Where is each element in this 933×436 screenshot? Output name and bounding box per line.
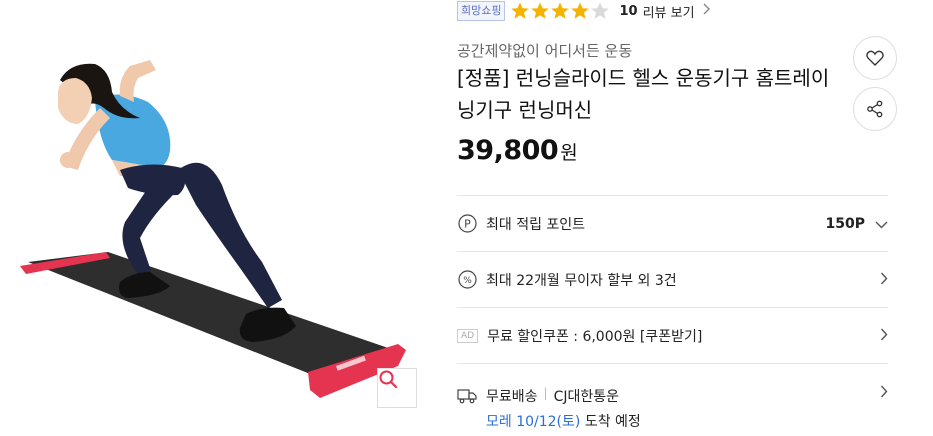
points-value: 150P (825, 215, 865, 232)
truck-icon (457, 386, 477, 406)
review-link[interactable]: 10 리뷰 보기 (619, 2, 710, 21)
zoom-button[interactable] (377, 368, 417, 408)
hope-shopping-badge: 희망쇼핑 (457, 1, 506, 21)
face (58, 78, 92, 124)
review-label: 리뷰 보기 (642, 5, 695, 21)
share-button[interactable] (853, 87, 897, 131)
magnifier-icon (379, 370, 398, 389)
chevron-down-icon (875, 214, 888, 233)
svg-text:P: P (464, 218, 471, 231)
product-image (0, 0, 430, 436)
product-title: [정품] 런닝슬라이드 헬스 운동기구 홈트레이닝기구 런닝머신 (457, 66, 830, 122)
product-subtitle: 공간제약없이 어디서든 운동 (457, 42, 633, 60)
price-amount: 39,800 (457, 135, 559, 166)
installment-row[interactable]: % 최대 22개월 무이자 할부 외 3건 (457, 251, 888, 307)
heart-icon (866, 50, 884, 66)
divider: | (543, 386, 548, 400)
shipping-right (880, 364, 888, 420)
star-filled-icon (551, 2, 570, 19)
product-info-panel: 희망쇼핑 10 리뷰 보기 공간제약없이 어디서든 운동 [정품] 런닝슬라이드… (457, 0, 897, 436)
chevron-right-icon (880, 383, 888, 402)
review-count: 10 (619, 3, 638, 19)
points-right: 150P (826, 196, 888, 251)
chevron-right-icon (880, 270, 888, 289)
star-filled-icon (511, 2, 530, 19)
price-unit: 원 (560, 142, 578, 164)
hips (120, 164, 186, 196)
installment-right (880, 252, 888, 307)
chevron-right-icon (702, 3, 710, 19)
benefit-list: P 최대 적립 포인트 150P % 최대 22개월 무이자 할부 외 3건 A… (457, 195, 888, 436)
product-photo-illustration (20, 60, 406, 398)
share-icon (867, 100, 883, 118)
wishlist-button[interactable] (853, 36, 897, 80)
star-rating (510, 1, 610, 21)
fist (60, 152, 76, 168)
installment-label: 최대 22개월 무이자 할부 외 3건 (486, 272, 677, 289)
star-filled-icon (571, 2, 590, 19)
arm-raised (119, 60, 156, 102)
point-p-icon: P (457, 214, 477, 234)
coupon-right (880, 308, 888, 363)
eta-date: 모레 10/12(토) (486, 414, 581, 430)
ad-tag: AD (457, 328, 479, 343)
points-label: 최대 적립 포인트 (486, 216, 586, 233)
shipping-row[interactable]: 무료배송 | CJ대한통운 모레 10/12(토) 도착 예정 (457, 363, 888, 436)
percent-icon: % (457, 270, 477, 290)
points-row[interactable]: P 최대 적립 포인트 150P (457, 195, 888, 251)
price: 39,800 원 (457, 135, 578, 166)
svg-text:%: % (463, 276, 472, 286)
delivery-eta: 모레 10/12(토) 도착 예정 (486, 411, 641, 431)
star-empty-icon (591, 2, 610, 19)
coupon-row[interactable]: AD 무료 할인쿠폰 : 6,000원 [쿠폰받기] (457, 307, 888, 363)
eta-text: 도착 예정 (580, 414, 641, 430)
shipping-label: 무료배송 (486, 389, 538, 405)
shipping-carrier: CJ대한통운 (553, 389, 620, 405)
chevron-right-icon (880, 326, 888, 345)
coupon-label: 무료 할인쿠폰 : 6,000원 [쿠폰받기] (487, 328, 703, 345)
rating-row: 희망쇼핑 10 리뷰 보기 (457, 0, 710, 22)
star-filled-icon (531, 2, 550, 19)
